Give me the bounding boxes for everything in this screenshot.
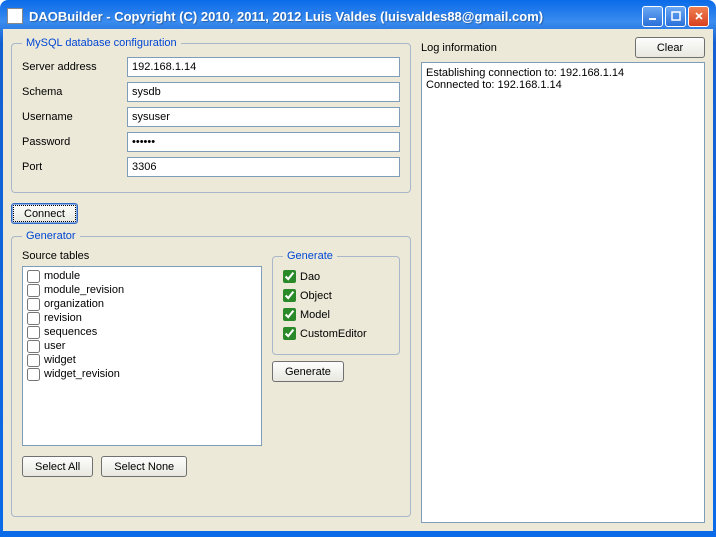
window-controls (642, 6, 709, 27)
generate-button[interactable]: Generate (272, 361, 344, 382)
list-item-checkbox[interactable] (27, 270, 40, 283)
model-option[interactable]: Model (283, 308, 389, 321)
list-item-label: user (44, 339, 65, 353)
list-item: module (25, 269, 259, 283)
mysql-config-group: MySQL database configuration Server addr… (11, 37, 411, 193)
dao-checkbox[interactable] (283, 270, 296, 283)
list-item: widget_revision (25, 367, 259, 381)
generator-group: Generator Source tables module module_re… (11, 230, 411, 517)
object-checkbox[interactable] (283, 289, 296, 302)
list-item: sequences (25, 325, 259, 339)
list-item-label: module_revision (44, 283, 124, 297)
customeditor-checkbox[interactable] (283, 327, 296, 340)
list-item: module_revision (25, 283, 259, 297)
list-item-checkbox[interactable] (27, 298, 40, 311)
select-none-button[interactable]: Select None (101, 456, 187, 477)
list-item-checkbox[interactable] (27, 340, 40, 353)
server-address-input[interactable] (127, 57, 400, 77)
list-item: user (25, 339, 259, 353)
list-item-label: widget (44, 353, 76, 367)
list-item: revision (25, 311, 259, 325)
list-item: widget (25, 353, 259, 367)
window: DAOBuilder - Copyright (C) 2010, 2011, 2… (0, 0, 716, 537)
username-label: Username (22, 111, 127, 123)
password-input[interactable] (127, 132, 400, 152)
list-item-checkbox[interactable] (27, 326, 40, 339)
object-option[interactable]: Object (283, 289, 389, 302)
select-all-button[interactable]: Select All (22, 456, 93, 477)
list-item-label: module (44, 269, 80, 283)
mysql-legend: MySQL database configuration (22, 37, 181, 49)
list-item-label: sequences (44, 325, 97, 339)
list-item: organization (25, 297, 259, 311)
source-tables-label: Source tables (22, 250, 262, 262)
port-input[interactable] (127, 157, 400, 177)
clear-button[interactable]: Clear (635, 37, 705, 58)
log-information-label: Log information (421, 42, 635, 54)
list-item-label: widget_revision (44, 367, 120, 381)
customeditor-option[interactable]: CustomEditor (283, 327, 389, 340)
source-tables-list[interactable]: module module_revision organization revi… (22, 266, 262, 446)
dao-option[interactable]: Dao (283, 270, 389, 283)
list-item-label: organization (44, 297, 104, 311)
password-label: Password (22, 136, 127, 148)
list-item-checkbox[interactable] (27, 284, 40, 297)
close-button[interactable] (688, 6, 709, 27)
maximize-button[interactable] (665, 6, 686, 27)
window-title: DAOBuilder - Copyright (C) 2010, 2011, 2… (29, 9, 543, 24)
connect-button[interactable]: Connect (11, 203, 78, 224)
generate-legend: Generate (283, 250, 337, 262)
client-area: MySQL database configuration Server addr… (3, 29, 713, 531)
model-checkbox[interactable] (283, 308, 296, 321)
generator-legend: Generator (22, 230, 80, 242)
titlebar: DAOBuilder - Copyright (C) 2010, 2011, 2… (3, 3, 713, 29)
list-item-checkbox[interactable] (27, 368, 40, 381)
port-label: Port (22, 161, 127, 173)
schema-label: Schema (22, 86, 127, 98)
list-item-checkbox[interactable] (27, 312, 40, 325)
log-output[interactable]: Establishing connection to: 192.168.1.14… (421, 62, 705, 523)
server-address-label: Server address (22, 61, 127, 73)
schema-input[interactable] (127, 82, 400, 102)
list-item-label: revision (44, 311, 82, 325)
list-item-checkbox[interactable] (27, 354, 40, 367)
username-input[interactable] (127, 107, 400, 127)
app-icon (7, 8, 23, 24)
generate-options-group: Generate Dao Object Model CustomEditor (272, 250, 400, 355)
minimize-button[interactable] (642, 6, 663, 27)
